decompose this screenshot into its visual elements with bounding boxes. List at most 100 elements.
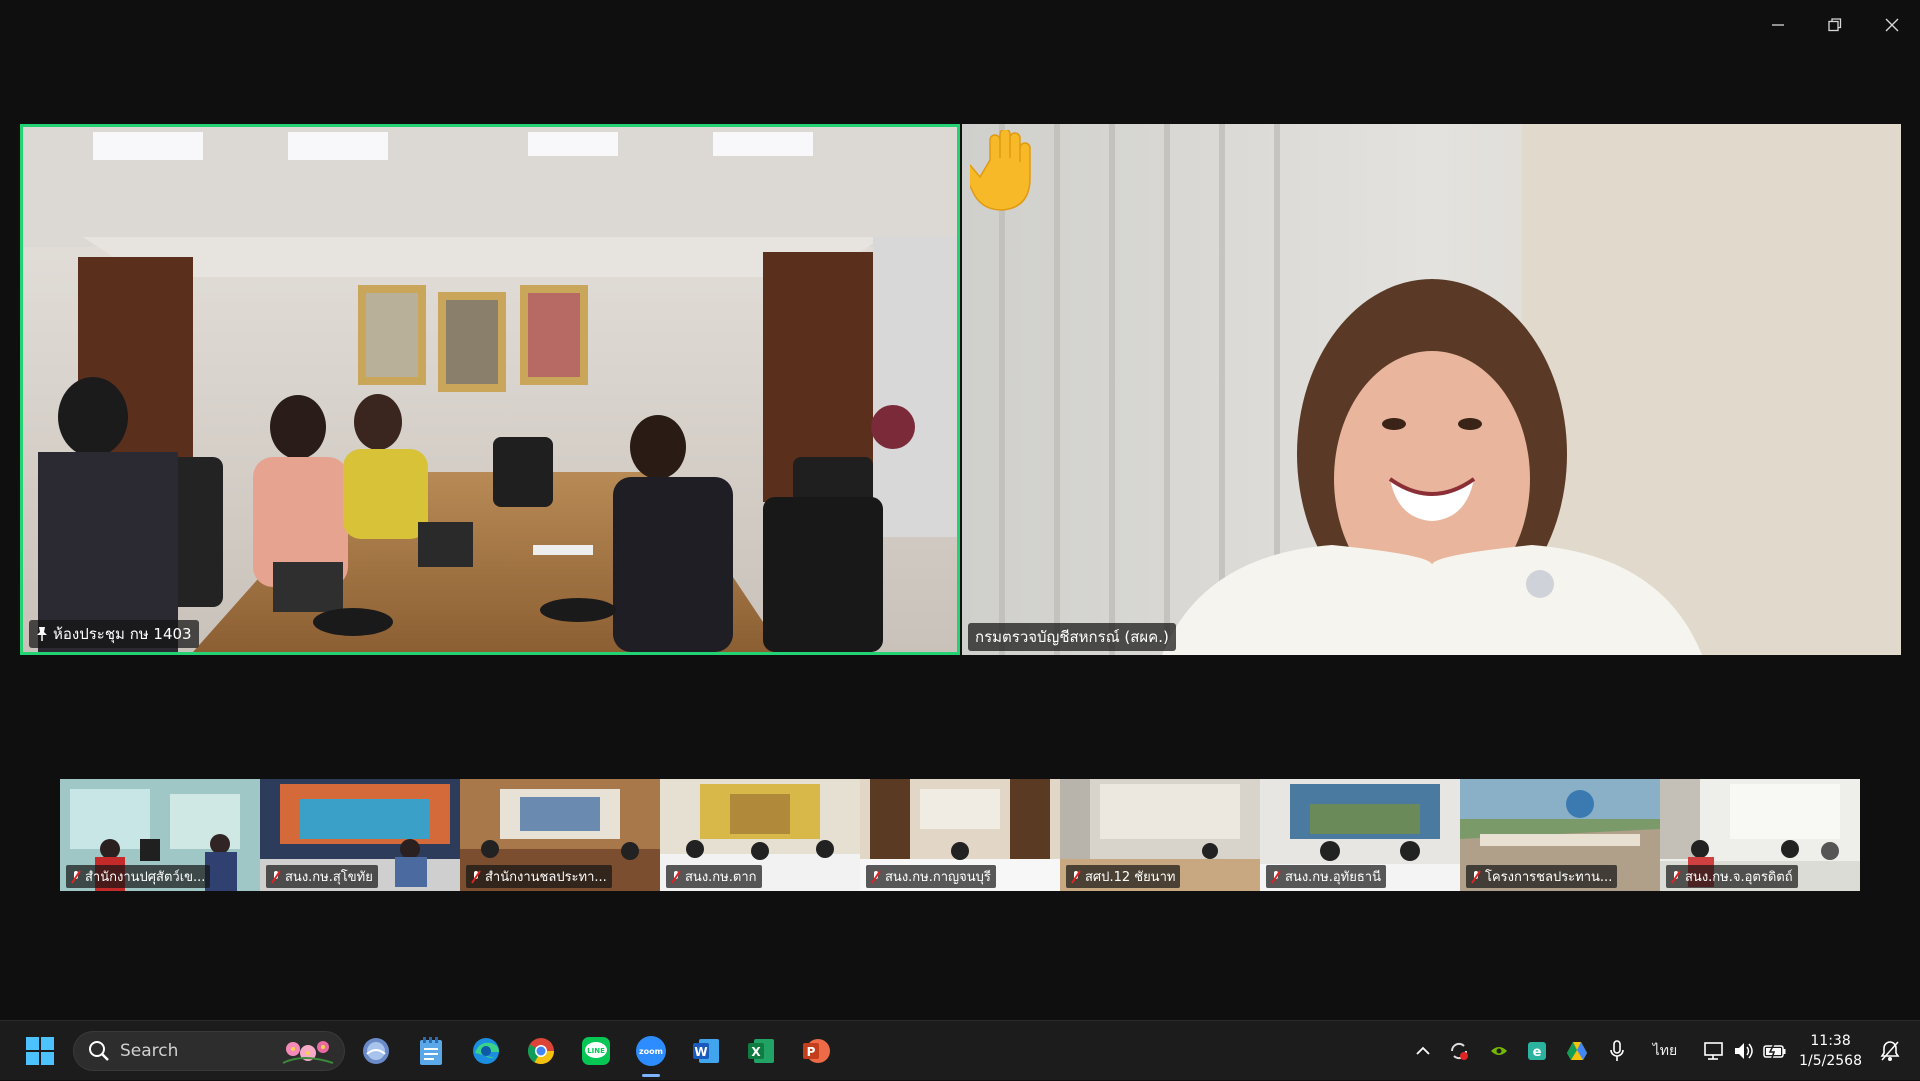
- network-icon: [1704, 1042, 1723, 1060]
- participant-name-label: สนง.กษ.จ.อุตรดิตถ์: [1666, 865, 1798, 888]
- notepad-icon: [420, 1037, 442, 1065]
- meeting-room-video: [23, 127, 957, 652]
- speaker-video: [962, 124, 1901, 655]
- muted-mic-icon: [1671, 869, 1681, 884]
- volume-tray-item[interactable]: [1730, 1021, 1758, 1081]
- volume-icon: [1735, 1043, 1753, 1059]
- participant-name-label: สำนักงานปศุสัตว์เข...: [66, 865, 211, 888]
- notifications-button[interactable]: [1874, 1021, 1906, 1081]
- word-button[interactable]: W: [688, 1033, 724, 1069]
- chevron-up-icon: [1416, 1046, 1430, 1055]
- taskbar: Search LINE zoom W X P e ไทย 11:38 1/5/2…: [0, 1020, 1920, 1080]
- participant-name-text: สนง.กษ.ตาก: [685, 870, 757, 885]
- participant-name-text: สศป.12 ชัยนาท: [1085, 870, 1176, 885]
- edge-tray-item[interactable]: e: [1522, 1021, 1552, 1081]
- participant-thumbnail[interactable]: สนง.กษ.ตาก: [660, 779, 860, 891]
- edge-icon: [473, 1038, 499, 1064]
- participant-thumbnail[interactable]: สศป.12 ชัยนาท: [1060, 779, 1260, 891]
- muted-mic-icon: [871, 869, 881, 884]
- microphone-icon: [1610, 1040, 1624, 1061]
- widgets-icon: [363, 1038, 389, 1064]
- clock-time: 11:38: [1810, 1033, 1851, 1049]
- windows-icon: [26, 1037, 54, 1065]
- video-tile-speaker[interactable]: กรมตรวจบัญชีสหกรณ์ (สผค.): [962, 124, 1901, 655]
- zoom-button[interactable]: zoom: [633, 1033, 669, 1069]
- e-browser-icon: e: [1528, 1042, 1546, 1060]
- powerpoint-text: P: [807, 1045, 816, 1059]
- search-icon: [89, 1041, 109, 1061]
- line-button[interactable]: LINE: [578, 1033, 614, 1069]
- drive-icon: [1567, 1042, 1587, 1060]
- muted-mic-icon: [1271, 869, 1281, 884]
- participant-name-text: โครงการชลประทาน...: [1485, 870, 1613, 885]
- muted-mic-icon: [1071, 869, 1081, 884]
- video-tile-meeting-room[interactable]: ห้องประชุม กษ 1403: [20, 124, 960, 655]
- excel-text: X: [751, 1045, 761, 1059]
- widgets-button[interactable]: [358, 1033, 394, 1069]
- language-text: ไทย: [1652, 1043, 1678, 1059]
- battery-icon: [1763, 1043, 1786, 1059]
- notification-bell-icon: [1880, 1041, 1900, 1061]
- minimize-button[interactable]: [1749, 0, 1806, 50]
- chrome-icon: [527, 1038, 555, 1065]
- line-icon: LINE: [582, 1037, 610, 1065]
- minimize-icon: [1771, 24, 1784, 26]
- participant-thumbnail[interactable]: โครงการชลประทาน...: [1460, 779, 1660, 891]
- edge-button[interactable]: [468, 1033, 504, 1069]
- tile-name-text: กรมตรวจบัญชีสหกรณ์ (สผค.): [975, 628, 1169, 646]
- raised-hand-icon: [962, 128, 1040, 216]
- restore-icon: [1827, 18, 1841, 32]
- muted-mic-icon: [471, 869, 481, 884]
- window-controls: [1749, 0, 1920, 50]
- svg-text:e: e: [1533, 1045, 1542, 1060]
- participant-name-label: สนง.กษ.สุโขทัย: [266, 865, 378, 888]
- close-icon: [1885, 18, 1898, 32]
- word-icon: W: [693, 1039, 719, 1063]
- participant-name-text: สนง.กษ.กาญจนบุรี: [885, 870, 991, 885]
- zoom-icon: zoom: [636, 1036, 666, 1066]
- line-text: LINE: [587, 1047, 605, 1055]
- participant-name-label: สนง.กษ.อุทัยธานี: [1266, 865, 1386, 888]
- zoom-text: zoom: [639, 1047, 663, 1056]
- clock-date: 1/5/2568: [1799, 1053, 1862, 1069]
- powerpoint-icon: P: [803, 1039, 830, 1063]
- start-button[interactable]: [22, 1033, 58, 1069]
- muted-mic-icon: [1471, 869, 1481, 884]
- battery-tray-item[interactable]: [1760, 1021, 1790, 1081]
- muted-mic-icon: [671, 869, 681, 884]
- muted-mic-icon: [71, 869, 81, 884]
- participant-thumbnail[interactable]: สนง.กษ.อุทัยธานี: [1260, 779, 1460, 891]
- participant-thumbnail[interactable]: สนง.กษ.กาญจนบุรี: [860, 779, 1060, 891]
- tile-name-label: กรมตรวจบัญชีสหกรณ์ (สผค.): [968, 623, 1176, 651]
- participant-name-label: สนง.กษ.ตาก: [666, 865, 762, 888]
- clock[interactable]: 11:38 1/5/2568: [1799, 1031, 1862, 1071]
- language-indicator[interactable]: ไทย: [1640, 1021, 1690, 1081]
- network-tray-item[interactable]: [1700, 1021, 1728, 1081]
- tile-name-label: ห้องประชุม กษ 1403: [29, 620, 199, 648]
- google-drive-tray-item[interactable]: [1562, 1021, 1592, 1081]
- chrome-button[interactable]: [523, 1033, 559, 1069]
- tray-overflow-button[interactable]: [1408, 1021, 1438, 1081]
- sync-tray-item[interactable]: [1444, 1021, 1474, 1081]
- restore-button[interactable]: [1806, 0, 1863, 50]
- close-button[interactable]: [1863, 0, 1920, 50]
- notepad-button[interactable]: [413, 1033, 449, 1069]
- participant-thumbnail[interactable]: สำนักงานชลประทา...: [460, 779, 660, 891]
- muted-mic-icon: [271, 869, 281, 884]
- pin-icon: [36, 626, 48, 642]
- taskbar-search[interactable]: Search: [73, 1031, 345, 1071]
- word-text: W: [694, 1045, 707, 1059]
- powerpoint-button[interactable]: P: [798, 1033, 834, 1069]
- participant-strip: สำนักงานปศุสัตว์เข... สนง.กษ.สุโขทัย สำน…: [60, 779, 1860, 891]
- participant-thumbnail[interactable]: สำนักงานปศุสัตว์เข...: [60, 779, 260, 891]
- participant-thumbnail[interactable]: สนง.กษ.จ.อุตรดิตถ์: [1660, 779, 1860, 891]
- participant-thumbnail[interactable]: สนง.กษ.สุโขทัย: [260, 779, 460, 891]
- flower-decoration-icon: [282, 1041, 334, 1064]
- participant-name-text: สนง.กษ.อุทัยธานี: [1285, 870, 1381, 885]
- participant-name-label: สำนักงานชลประทา...: [466, 865, 612, 888]
- nvidia-tray-item[interactable]: [1484, 1021, 1514, 1081]
- active-app-indicator: [642, 1074, 660, 1077]
- microphone-tray-item[interactable]: [1602, 1021, 1632, 1081]
- excel-button[interactable]: X: [743, 1033, 779, 1069]
- participant-name-label: สนง.กษ.กาญจนบุรี: [866, 865, 996, 888]
